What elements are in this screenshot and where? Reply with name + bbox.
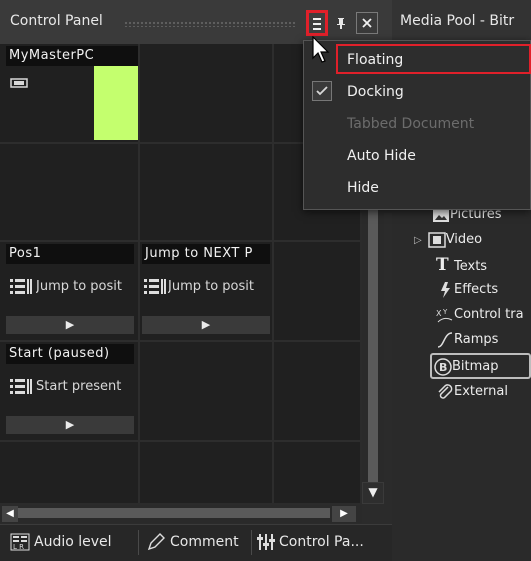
pencil-icon (147, 533, 165, 551)
close-icon (362, 18, 372, 28)
cell-start[interactable]: Start (paused) Start present ▶ (6, 344, 138, 440)
tree-label: Control tra (454, 307, 524, 322)
hamburger-icon-line (313, 23, 321, 25)
ramps-icon (437, 331, 453, 348)
status-tile (94, 66, 138, 140)
scroll-left-button[interactable]: ◀ (2, 506, 18, 522)
cell-label: Pos1 (6, 244, 134, 264)
menu-item-label: Auto Hide (347, 148, 416, 164)
bitmap-icon: B (434, 357, 452, 376)
menu-item-hide[interactable]: Hide (303, 172, 531, 204)
cell-action-text: Jump to posit (36, 279, 122, 294)
control-track-icon: X Y (436, 308, 453, 322)
video-icon (427, 231, 446, 248)
pin-button[interactable] (330, 12, 352, 34)
cell-jump-next[interactable]: Jump to NEXT P Jump to posit ▶ (142, 244, 272, 340)
menu-item-auto-hide[interactable]: Auto Hide (303, 140, 531, 172)
tree-item-effects[interactable]: Effects (436, 278, 498, 302)
horizontal-scroll-thumb[interactable] (18, 508, 330, 518)
cell-action-text: Start present (36, 379, 122, 394)
effects-icon (441, 281, 450, 298)
play-button[interactable]: ▶ (6, 416, 134, 434)
expand-icon[interactable]: ▷ (414, 235, 422, 246)
play-button[interactable]: ▶ (142, 316, 270, 334)
tree-label: Ramps (454, 332, 499, 347)
tab-control-panel[interactable]: Control Pa... (256, 524, 390, 561)
menu-item-label: Docking (347, 84, 404, 100)
list-icon (10, 379, 32, 394)
tab-comment[interactable]: Comment (146, 524, 250, 561)
grid-divider (272, 44, 274, 503)
control-panel-title: Control Panel (10, 13, 103, 29)
svg-text:Y: Y (442, 308, 448, 316)
close-button[interactable] (356, 12, 378, 34)
paperclip-icon (438, 383, 453, 399)
svg-text:B: B (439, 361, 447, 374)
cell-master-pc[interactable]: MyMasterPC (6, 46, 138, 142)
tree-item-external[interactable]: External (436, 380, 508, 404)
tab-label: Control Pa... (279, 534, 364, 550)
tree-label: External (454, 384, 508, 399)
text-icon: T (436, 255, 449, 275)
menu-item-label: Hide (347, 180, 379, 196)
hamburger-icon-line (313, 28, 321, 30)
titlebar-grip[interactable] (124, 21, 296, 27)
scroll-down-button[interactable]: ▼ (362, 482, 384, 504)
control-panel-icon (257, 534, 275, 550)
svg-text:X: X (436, 309, 442, 318)
tab-audio-level[interactable]: L R Audio level (10, 524, 136, 561)
tab-label: Comment (170, 534, 239, 550)
list-icon (144, 279, 166, 294)
tab-separator (138, 530, 139, 555)
hamburger-icon (313, 18, 321, 20)
window-menu-button[interactable] (306, 10, 328, 36)
grid-divider (0, 440, 360, 442)
tree-label: Texts (454, 259, 488, 274)
grid-divider (0, 240, 360, 242)
tree-item-bitmap[interactable]: B Bitmap (430, 353, 531, 379)
scroll-right-button[interactable]: ▶ (332, 506, 356, 522)
tree-label: Bitmap (452, 359, 499, 374)
tree-item-ramps[interactable]: Ramps (436, 328, 498, 352)
tree-item-video[interactable]: ▷ Video (414, 228, 482, 252)
mouse-cursor-icon (312, 36, 330, 63)
tree-item-texts[interactable]: T Texts (436, 253, 487, 277)
tab-label: Audio level (34, 534, 112, 550)
menu-item-label: Tabbed Document (347, 116, 475, 132)
menu-item-tabbed-document: Tabbed Document (303, 108, 531, 140)
tree-item-control-track[interactable]: X Y Control tra (436, 303, 524, 327)
list-icon (10, 279, 32, 294)
cell-label: MyMasterPC (6, 46, 138, 66)
menu-item-docking[interactable]: Docking (303, 76, 531, 108)
grid-divider (0, 340, 360, 342)
tab-separator (251, 530, 252, 555)
audio-level-icon: L R (10, 533, 30, 551)
tree-label: Effects (454, 282, 499, 297)
cell-action-text: Jump to posit (168, 279, 254, 294)
svg-text:L R: L R (13, 543, 24, 551)
tree-label: Video (445, 232, 483, 247)
grid-divider (138, 44, 140, 503)
cell-label: Jump to NEXT P (142, 244, 270, 264)
monitor-icon (10, 78, 28, 88)
floating-highlight (336, 44, 531, 74)
cell-label: Start (paused) (6, 344, 134, 364)
checkmark-icon (312, 81, 332, 101)
media-pool-title: Media Pool - Bitr (400, 13, 515, 29)
cell-pos1[interactable]: Pos1 Jump to posit ▶ (6, 244, 138, 340)
play-button[interactable]: ▶ (6, 316, 134, 334)
pin-icon (337, 18, 345, 29)
